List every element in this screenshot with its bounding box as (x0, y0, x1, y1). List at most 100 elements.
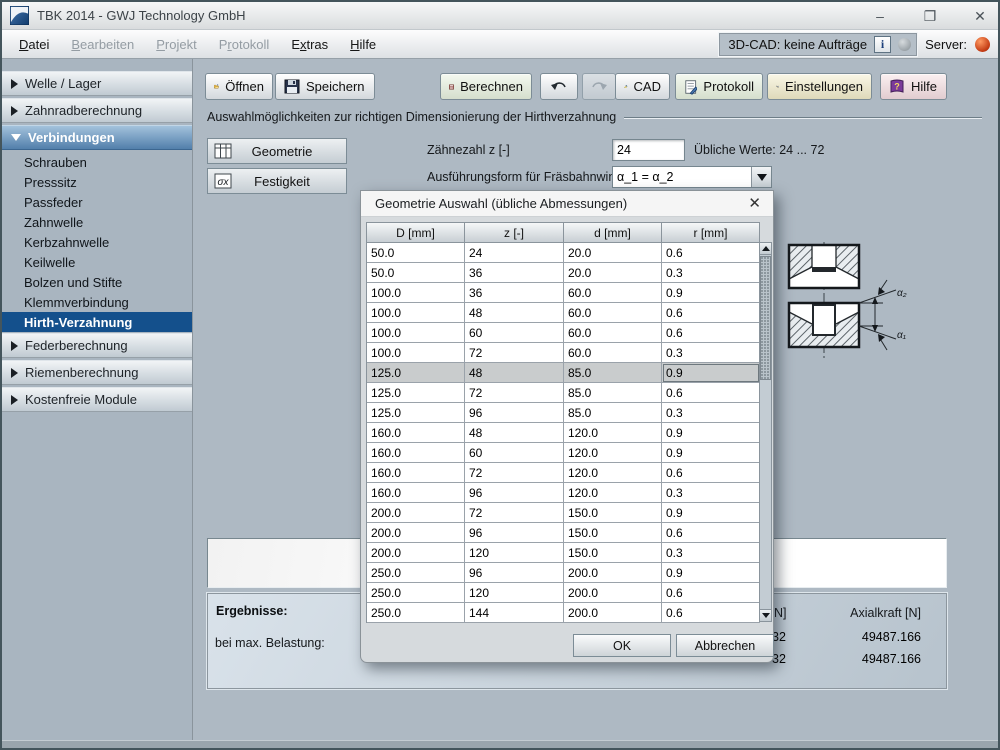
table-column-header[interactable]: d [mm] (564, 223, 662, 243)
protocol-button[interactable]: Protokoll (675, 73, 763, 100)
table-cell[interactable]: 96 (465, 523, 564, 543)
table-cell[interactable]: 0.9 (662, 503, 760, 523)
open-button[interactable]: Öffnen (205, 73, 273, 100)
sidebar-item-zahnwelle[interactable]: Zahnwelle (2, 212, 192, 232)
table-cell[interactable]: 96 (465, 563, 564, 583)
table-cell[interactable]: 0.9 (662, 563, 760, 583)
maximize-button[interactable]: ❐ (922, 8, 938, 25)
table-cell[interactable]: 200.0 (367, 503, 465, 523)
form-select-arrow-button[interactable] (751, 167, 771, 187)
table-cell[interactable]: 120.0 (564, 423, 662, 443)
scroll-down-button[interactable] (760, 609, 771, 621)
table-cell[interactable]: 200.0 (564, 583, 662, 603)
table-cell[interactable]: 100.0 (367, 283, 465, 303)
sidebar-item-verbindungen[interactable]: Verbindungen (2, 125, 192, 150)
table-cell[interactable]: 150.0 (564, 503, 662, 523)
dialog-close-icon[interactable]: ✕ (748, 195, 761, 213)
scrollbar-thumb[interactable] (760, 256, 771, 380)
table-cell[interactable]: 120.0 (564, 443, 662, 463)
table-cell[interactable]: 160.0 (367, 443, 465, 463)
table-cell[interactable]: 50.0 (367, 243, 465, 263)
table-cell[interactable]: 250.0 (367, 563, 465, 583)
sidebar-item-hirth-verzahnung[interactable]: Hirth-Verzahnung (2, 312, 192, 332)
sidebar-item-riemenberechnung[interactable]: Riemenberechnung (2, 360, 192, 385)
table-scrollbar[interactable] (759, 242, 772, 622)
table-column-header[interactable]: z [-] (465, 223, 564, 243)
menu-datei[interactable]: Datei (8, 33, 60, 56)
sidebar-item-zahnradberechnung[interactable]: Zahnradberechnung (2, 98, 192, 123)
table-cell[interactable]: 48 (465, 363, 564, 383)
table-cell[interactable]: 20.0 (564, 263, 662, 283)
table-cell[interactable]: 60 (465, 443, 564, 463)
table-cell[interactable]: 96 (465, 483, 564, 503)
table-cell[interactable]: 60.0 (564, 303, 662, 323)
table-cell[interactable]: 200.0 (367, 543, 465, 563)
sidebar-item-klemmverbindung[interactable]: Klemmverbindung (2, 292, 192, 312)
minimize-button[interactable]: – (872, 8, 888, 24)
form-select[interactable]: α_1 = α_2 (612, 166, 772, 188)
table-cell[interactable]: 60 (465, 323, 564, 343)
table-cell[interactable]: 24 (465, 243, 564, 263)
table-cell[interactable]: 72 (465, 343, 564, 363)
sidebar-item-presssitz[interactable]: Presssitz (2, 172, 192, 192)
sidebar-item-federberechnung[interactable]: Federberechnung (2, 333, 192, 358)
teeth-count-input[interactable]: 24 (612, 139, 685, 161)
scroll-up-button[interactable] (760, 243, 771, 255)
table-cell[interactable]: 0.6 (662, 383, 760, 403)
table-cell[interactable]: 200.0 (564, 603, 662, 623)
table-cell[interactable]: 125.0 (367, 383, 465, 403)
table-cell[interactable]: 85.0 (564, 383, 662, 403)
table-cell[interactable]: 0.9 (662, 423, 760, 443)
table-cell[interactable]: 0.9 (662, 443, 760, 463)
table-cell[interactable]: 0.6 (662, 323, 760, 343)
table-cell[interactable]: 250.0 (367, 583, 465, 603)
table-cell[interactable]: 150.0 (564, 543, 662, 563)
save-button[interactable]: Speichern (275, 73, 375, 100)
table-cell[interactable]: 125.0 (367, 363, 465, 383)
table-cell[interactable]: 120 (465, 583, 564, 603)
table-cell[interactable]: 48 (465, 303, 564, 323)
table-column-header[interactable]: D [mm] (367, 223, 465, 243)
table-cell[interactable]: 60.0 (564, 323, 662, 343)
table-cell[interactable]: 0.6 (662, 243, 760, 263)
table-cell[interactable]: 0.6 (662, 523, 760, 543)
sidebar-item-passfeder[interactable]: Passfeder (2, 192, 192, 212)
table-cell[interactable]: 36 (465, 283, 564, 303)
table-cell[interactable]: 0.3 (662, 343, 760, 363)
table-cell[interactable]: 50.0 (367, 263, 465, 283)
table-cell[interactable]: 100.0 (367, 343, 465, 363)
table-cell[interactable]: 160.0 (367, 423, 465, 443)
dialog-title-bar[interactable]: Geometrie Auswahl (übliche Abmessungen) … (361, 191, 773, 217)
table-cell[interactable]: 0.3 (662, 403, 760, 423)
menu-bearbeiten[interactable]: Bearbeiten (60, 33, 145, 56)
table-cell[interactable]: 125.0 (367, 403, 465, 423)
table-cell[interactable]: 0.6 (662, 603, 760, 623)
settings-button[interactable]: Einstellungen (767, 73, 872, 100)
table-cell[interactable]: 72 (465, 383, 564, 403)
table-cell[interactable]: 200.0 (564, 563, 662, 583)
sidebar-item-kostenfreie-module[interactable]: Kostenfreie Module (2, 387, 192, 412)
table-cell[interactable]: 250.0 (367, 603, 465, 623)
table-cell[interactable]: 48 (465, 423, 564, 443)
ok-button[interactable]: OK (573, 634, 671, 657)
table-cell[interactable]: 160.0 (367, 463, 465, 483)
table-column-header[interactable]: r [mm] (662, 223, 760, 243)
table-cell[interactable]: 0.3 (662, 543, 760, 563)
sidebar-item-bolzen-und-stifte[interactable]: Bolzen und Stifte (2, 272, 192, 292)
cancel-button[interactable]: Abbrechen (676, 634, 774, 657)
table-cell[interactable]: 85.0 (564, 363, 662, 383)
table-cell[interactable]: 150.0 (564, 523, 662, 543)
table-cell[interactable]: 200.0 (367, 523, 465, 543)
calculate-button[interactable]: Berechnen (440, 73, 532, 100)
table-cell[interactable]: 0.3 (662, 263, 760, 283)
table-cell[interactable]: 0.6 (662, 583, 760, 603)
table-cell[interactable]: 120.0 (564, 483, 662, 503)
table-cell[interactable]: 72 (465, 463, 564, 483)
table-cell[interactable]: 160.0 (367, 483, 465, 503)
table-cell[interactable]: 96 (465, 403, 564, 423)
table-cell[interactable]: 144 (465, 603, 564, 623)
table-cell[interactable]: 100.0 (367, 303, 465, 323)
menu-protokoll[interactable]: Protokoll (208, 33, 281, 56)
close-button[interactable]: ✕ (972, 8, 988, 25)
table-cell[interactable]: 72 (465, 503, 564, 523)
